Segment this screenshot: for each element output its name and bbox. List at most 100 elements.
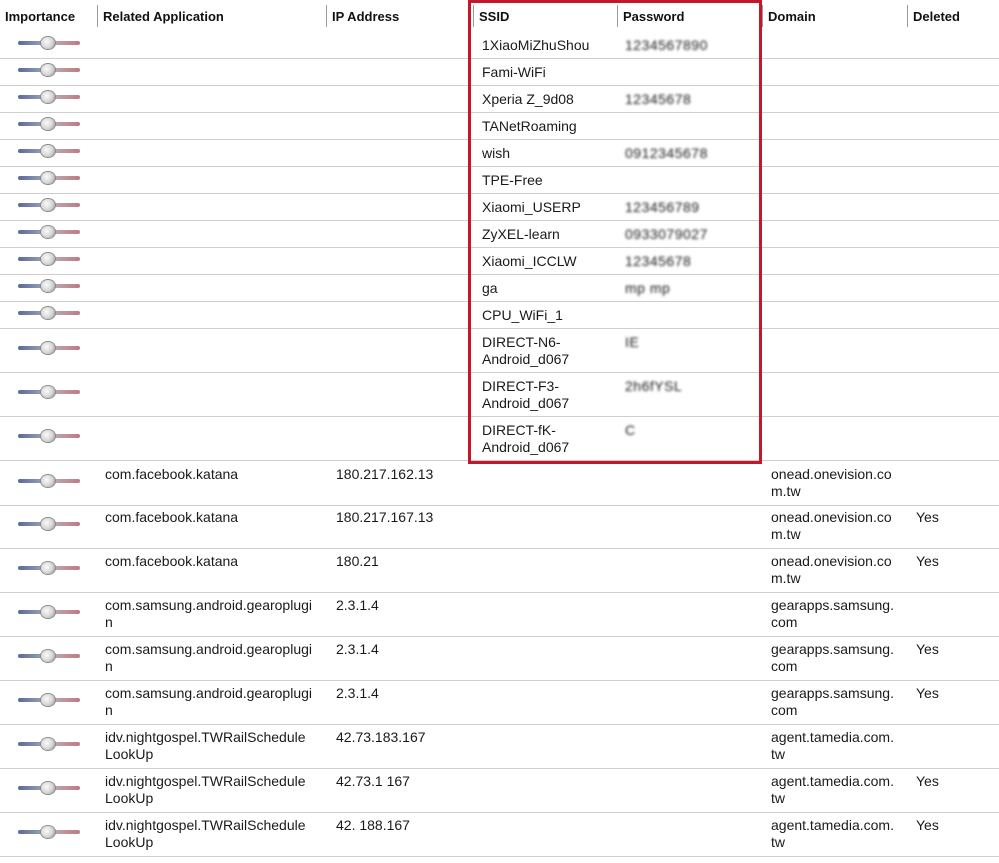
- table-row[interactable]: Xiaomi_ICCLW 12345678: [0, 248, 999, 275]
- ssid-cell: wish: [482, 145, 511, 161]
- importance-slider-icon[interactable]: [18, 307, 80, 319]
- table-row[interactable]: TPE-Free: [0, 167, 999, 194]
- importance-slider-icon[interactable]: [18, 606, 80, 618]
- related-application-cell: com.facebook.katana: [105, 509, 239, 525]
- password-cell: C: [625, 422, 636, 438]
- importance-slider-icon[interactable]: [18, 386, 80, 398]
- slider-knob-icon[interactable]: [41, 694, 55, 706]
- related-application-cell: com.samsung.android.gearoplugi n: [105, 685, 313, 718]
- header-password[interactable]: Password: [618, 0, 760, 32]
- table-row[interactable]: com.facebook.katana 180.21 onead.onevision…: [0, 549, 999, 593]
- header-ssid[interactable]: SSID: [474, 0, 617, 32]
- slider-knob-icon[interactable]: [41, 91, 55, 103]
- slider-knob-icon[interactable]: [41, 782, 55, 794]
- slider-knob-icon[interactable]: [41, 738, 55, 750]
- slider-knob-icon[interactable]: [41, 342, 55, 354]
- ip-address-cell: 2.3.1.4: [336, 597, 379, 613]
- table-row[interactable]: ga mp mp: [0, 275, 999, 302]
- slider-knob-icon[interactable]: [41, 826, 55, 838]
- header-ip-address[interactable]: IP Address: [327, 0, 472, 32]
- slider-knob-icon[interactable]: [41, 226, 55, 238]
- password-cell: 12345678: [625, 91, 692, 107]
- importance-slider-icon[interactable]: [18, 342, 80, 354]
- slider-knob-icon[interactable]: [41, 475, 55, 487]
- slider-knob-icon[interactable]: [41, 172, 55, 184]
- importance-slider-icon[interactable]: [18, 253, 80, 265]
- importance-slider-icon[interactable]: [18, 738, 80, 750]
- table-row[interactable]: DIRECT-fK- Android_d067 C: [0, 417, 999, 461]
- header-deleted[interactable]: Deleted: [908, 0, 999, 32]
- table-row[interactable]: 1XiaoMiZhuShou 1234567890: [0, 32, 999, 59]
- ip-address-cell: 180.21: [336, 553, 379, 569]
- deleted-cell: Yes: [916, 553, 939, 569]
- table-row[interactable]: TANetRoaming: [0, 113, 999, 140]
- slider-knob-icon[interactable]: [41, 606, 55, 618]
- slider-knob-icon[interactable]: [41, 145, 55, 157]
- deleted-cell: Yes: [916, 509, 939, 525]
- importance-slider-icon[interactable]: [18, 562, 80, 574]
- importance-slider-icon[interactable]: [18, 650, 80, 662]
- domain-cell: gearapps.samsung. com: [771, 641, 894, 674]
- importance-slider-icon[interactable]: [18, 64, 80, 76]
- importance-slider-icon[interactable]: [18, 694, 80, 706]
- table-row[interactable]: com.facebook.katana 180.217.167.13 onead.o…: [0, 505, 999, 549]
- slider-knob-icon[interactable]: [41, 307, 55, 319]
- slider-knob-icon[interactable]: [41, 430, 55, 442]
- slider-knob-icon[interactable]: [41, 518, 55, 530]
- importance-slider-icon[interactable]: [18, 199, 80, 211]
- importance-slider-icon[interactable]: [18, 37, 80, 49]
- importance-slider-icon[interactable]: [18, 91, 80, 103]
- table-row[interactable]: DIRECT-N6- Android_d067 IE: [0, 329, 999, 373]
- table-row[interactable]: com.samsung.android.gearoplugi n 2.3.1.4 g…: [0, 637, 999, 681]
- header-related-application[interactable]: Related Application: [98, 0, 326, 32]
- password-cell: mp mp: [625, 280, 671, 296]
- table-row[interactable]: DIRECT-F3- Android_d067 2h6fYSL: [0, 373, 999, 417]
- ssid-cell: Fami-WiFi: [482, 64, 546, 80]
- table-row[interactable]: com.facebook.katana 180.217.162.13 onead.o…: [0, 462, 999, 506]
- ip-address-cell: 42. 188.167: [336, 817, 410, 833]
- importance-slider-icon[interactable]: [18, 280, 80, 292]
- slider-knob-icon[interactable]: [41, 280, 55, 292]
- slider-knob-icon[interactable]: [41, 199, 55, 211]
- importance-slider-icon[interactable]: [18, 172, 80, 184]
- table-row[interactable]: Fami-WiFi: [0, 59, 999, 86]
- header-importance[interactable]: Importance: [0, 0, 97, 32]
- slider-knob-icon[interactable]: [41, 562, 55, 574]
- ssid-cell: TANetRoaming: [482, 118, 577, 134]
- slider-knob-icon[interactable]: [41, 118, 55, 130]
- table-row[interactable]: CPU_WiFi_1: [0, 302, 999, 329]
- importance-slider-icon[interactable]: [18, 475, 80, 487]
- table-row[interactable]: Xperia Z_9d08 12345678: [0, 86, 999, 113]
- slider-knob-icon[interactable]: [41, 650, 55, 662]
- table-row[interactable]: com.samsung.android.gearoplugi n 2.3.1.4 g…: [0, 681, 999, 725]
- related-application-cell: idv.nightgospel.TWRailSchedule LookUp: [105, 817, 306, 850]
- importance-slider-icon[interactable]: [18, 430, 80, 442]
- related-application-cell: idv.nightgospel.TWRailSchedule LookUp: [105, 729, 306, 762]
- slider-knob-icon[interactable]: [41, 253, 55, 265]
- importance-slider-icon[interactable]: [18, 782, 80, 794]
- ssid-cell: DIRECT-F3- Android_d067: [482, 378, 570, 411]
- deleted-cell: Yes: [916, 817, 939, 833]
- ssid-cell: CPU_WiFi_1: [482, 307, 563, 323]
- table-row[interactable]: wish 0912345678: [0, 140, 999, 167]
- importance-slider-icon[interactable]: [18, 226, 80, 238]
- importance-slider-icon[interactable]: [18, 826, 80, 838]
- table-row[interactable]: Xiaomi_USERP 123456789: [0, 194, 999, 221]
- header-domain[interactable]: Domain: [763, 0, 907, 32]
- slider-knob-icon[interactable]: [41, 64, 55, 76]
- table-row[interactable]: ZyXEL-learn 0933079027: [0, 221, 999, 248]
- password-cell: 0933079027: [625, 226, 708, 242]
- table-row[interactable]: idv.nightgospel.TWRailSchedule LookUp 42.…: [0, 725, 999, 769]
- table-row[interactable]: idv.nightgospel.TWRailSchedule LookUp 42.…: [0, 769, 999, 813]
- deleted-cell: Yes: [916, 773, 939, 789]
- importance-slider-icon[interactable]: [18, 118, 80, 130]
- table-row[interactable]: com.samsung.android.gearoplugi n 2.3.1.4 g…: [0, 593, 999, 637]
- slider-knob-icon[interactable]: [41, 37, 55, 49]
- domain-cell: gearapps.samsung. com: [771, 597, 894, 630]
- importance-slider-icon[interactable]: [18, 518, 80, 530]
- ip-address-cell: 42.73.1 167: [336, 773, 410, 789]
- slider-knob-icon[interactable]: [41, 386, 55, 398]
- table-header: Importance Related Application IP Addres…: [0, 0, 999, 32]
- table-row[interactable]: idv.nightgospel.TWRailSchedule LookUp 42.…: [0, 813, 999, 857]
- importance-slider-icon[interactable]: [18, 145, 80, 157]
